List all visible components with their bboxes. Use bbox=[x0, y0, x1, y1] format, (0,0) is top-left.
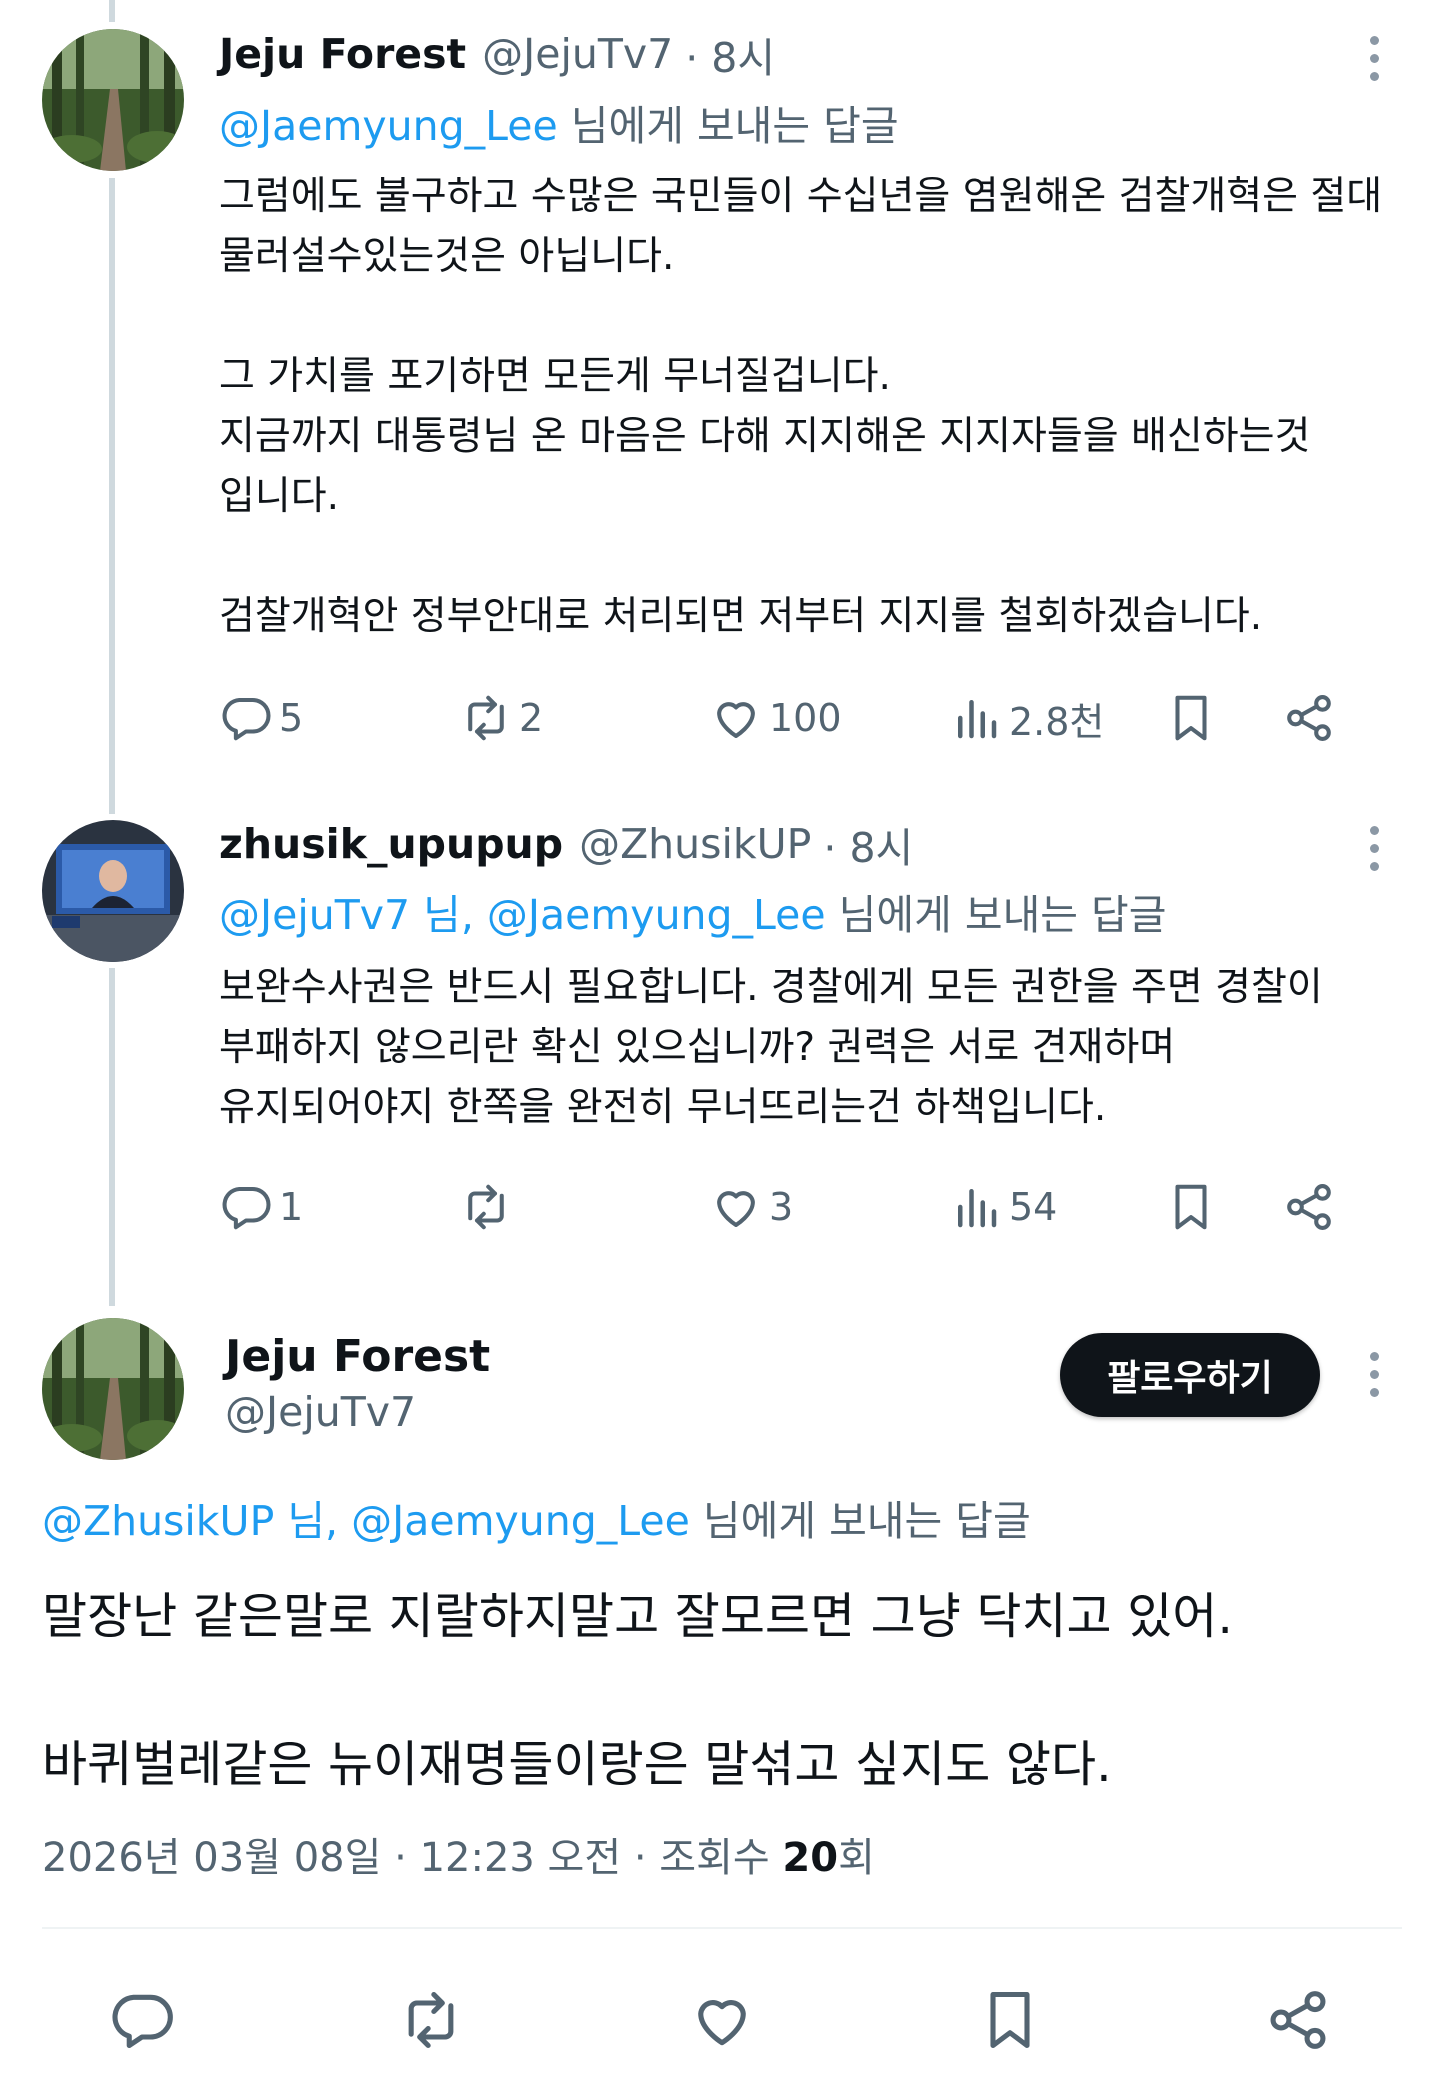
avatar[interactable] bbox=[42, 820, 184, 962]
tweet-body: 그럼에도 불구하고 수많은 국민들이 수십년을 염원해온 검찰개혁은 절대 물러… bbox=[219, 174, 1383, 639]
tweet-header: zhusik_upupup @ZhusikUP · 8시 bbox=[219, 814, 913, 874]
thread-line bbox=[109, 178, 115, 814]
author-handle[interactable]: @ZhusikUP bbox=[579, 820, 811, 868]
mention-link[interactable]: @JejuTv7 bbox=[219, 891, 410, 939]
more-options-button[interactable] bbox=[1356, 1344, 1392, 1404]
reply-to-line: @JejuTv7 님, @Jaemyung_Lee 님에게 보내는 답글 bbox=[219, 885, 1167, 945]
profile-avatar-image bbox=[42, 820, 184, 962]
reply-button[interactable]: 5 bbox=[219, 688, 303, 748]
view-count: 54 bbox=[1009, 1185, 1058, 1229]
action-bar: 5 2 100 2.8천 bbox=[219, 688, 1399, 748]
bar-chart-icon bbox=[958, 700, 997, 739]
tweet-header: Jeju Forest @JejuTv7 · 8시 bbox=[219, 24, 775, 84]
more-options-button[interactable] bbox=[1356, 818, 1392, 878]
bookmark-icon bbox=[1175, 695, 1207, 741]
author-handle[interactable]: @JejuTv7 bbox=[225, 1382, 416, 1442]
author-name[interactable]: Jeju Forest bbox=[225, 1327, 490, 1387]
reply-to-suffix: 님에게 보내는 답글 bbox=[557, 102, 899, 150]
mention-link[interactable]: @ZhusikUP bbox=[42, 1497, 274, 1545]
mention-link[interactable]: @Jaemyung_Lee bbox=[219, 102, 558, 150]
author-name[interactable]: Jeju Forest bbox=[219, 30, 466, 78]
reply-button[interactable] bbox=[108, 1980, 176, 2060]
bookmark-button[interactable] bbox=[1164, 1177, 1218, 1237]
repost-arrows-icon bbox=[468, 695, 504, 741]
bookmark-icon bbox=[990, 1991, 1030, 2049]
bookmark-button[interactable] bbox=[976, 1980, 1044, 2060]
follow-button[interactable]: 팔로우하기 bbox=[1060, 1333, 1320, 1417]
post-timestamp[interactable]: 2026년 03월 08일 · 12:23 오전 · 조회수 bbox=[42, 1835, 782, 1881]
forest-avatar-image bbox=[42, 1318, 184, 1460]
post-time[interactable]: · 8시 bbox=[685, 24, 775, 84]
bookmark-button[interactable] bbox=[1164, 688, 1218, 748]
share-button[interactable] bbox=[1282, 1177, 1336, 1237]
main-action-bar bbox=[0, 1980, 1440, 2060]
speech-bubble-icon bbox=[112, 1994, 173, 2049]
heart-icon bbox=[717, 702, 755, 739]
reply-count: 5 bbox=[279, 696, 304, 740]
repost-button[interactable] bbox=[397, 1980, 465, 2060]
repost-button[interactable] bbox=[459, 1177, 519, 1237]
bar-chart-icon bbox=[958, 1189, 997, 1228]
repost-arrows-icon bbox=[468, 1184, 504, 1230]
share-nodes-icon bbox=[1287, 1184, 1331, 1230]
speech-bubble-icon bbox=[222, 1186, 271, 1230]
forest-avatar-image bbox=[42, 29, 184, 171]
heart-icon bbox=[717, 1191, 755, 1228]
repost-count: 2 bbox=[519, 696, 544, 740]
mention-separator: 님, bbox=[410, 891, 487, 939]
views-button[interactable]: 54 bbox=[949, 1177, 1057, 1237]
post-time[interactable]: · 8시 bbox=[823, 814, 913, 874]
vertical-ellipsis-icon bbox=[1369, 35, 1379, 45]
like-count: 100 bbox=[769, 696, 842, 740]
heart-icon bbox=[698, 2000, 746, 2046]
vertical-ellipsis-icon bbox=[1369, 1351, 1379, 1361]
view-count: 20 bbox=[782, 1835, 839, 1881]
view-count: 2.8천 bbox=[1009, 699, 1105, 744]
avatar[interactable] bbox=[42, 29, 184, 171]
repost-arrows-icon bbox=[408, 1991, 454, 2049]
tweet-body: 말장난 같은말로 지랄하지말고 잘모르면 그냥 닥치고 있어. 바퀴벌레같은 뉴… bbox=[42, 1588, 1233, 1793]
bookmark-icon bbox=[1175, 1184, 1207, 1230]
like-button[interactable]: 3 bbox=[709, 1177, 793, 1237]
thread-line bbox=[109, 0, 115, 22]
post-metadata: 2026년 03월 08일 · 12:23 오전 · 조회수 20회 bbox=[42, 1828, 875, 1888]
share-nodes-icon bbox=[1270, 1991, 1326, 2049]
reply-count: 1 bbox=[279, 1185, 304, 1229]
action-bar: 1 3 54 bbox=[219, 1177, 1399, 1237]
more-options-button[interactable] bbox=[1356, 28, 1392, 88]
share-nodes-icon bbox=[1287, 695, 1331, 741]
reply-to-line: @Jaemyung_Lee 님에게 보내는 답글 bbox=[219, 96, 899, 156]
reply-to-suffix: 님에게 보내는 답글 bbox=[689, 1497, 1031, 1545]
views-button[interactable]: 2.8천 bbox=[949, 688, 1104, 748]
tweet-body: 보완수사권은 반드시 필요합니다. 경찰에게 모든 권한을 주면 경찰이 부패하… bbox=[219, 965, 1323, 1130]
like-button[interactable]: 100 bbox=[709, 688, 842, 748]
thread-line bbox=[109, 968, 115, 1306]
mention-separator: 님, bbox=[274, 1497, 352, 1545]
mention-link[interactable]: @Jaemyung_Lee bbox=[487, 891, 826, 939]
author-name[interactable]: zhusik_upupup bbox=[219, 820, 563, 868]
like-button[interactable] bbox=[688, 1980, 756, 2060]
speech-bubble-icon bbox=[222, 697, 271, 741]
share-button[interactable] bbox=[1282, 688, 1336, 748]
avatar[interactable] bbox=[42, 1318, 184, 1460]
mention-link[interactable]: @Jaemyung_Lee bbox=[351, 1497, 690, 1545]
reply-to-suffix: 님에게 보내는 답글 bbox=[825, 891, 1167, 939]
author-handle[interactable]: @JejuTv7 bbox=[482, 30, 673, 78]
share-button[interactable] bbox=[1264, 1980, 1332, 2060]
divider bbox=[42, 1927, 1402, 1929]
reply-to-line: @ZhusikUP 님, @Jaemyung_Lee 님에게 보내는 답글 bbox=[42, 1491, 1031, 1551]
view-count-suffix: 회 bbox=[838, 1835, 875, 1881]
repost-button[interactable]: 2 bbox=[459, 688, 543, 748]
reply-button[interactable]: 1 bbox=[219, 1177, 303, 1237]
like-count: 3 bbox=[769, 1185, 794, 1229]
vertical-ellipsis-icon bbox=[1369, 825, 1379, 835]
